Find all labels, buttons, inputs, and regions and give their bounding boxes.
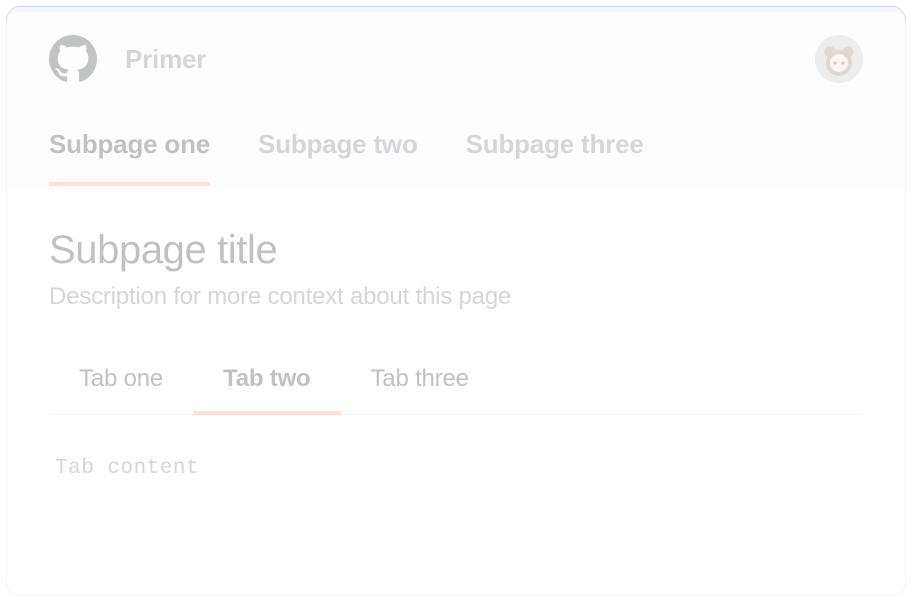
subpage-nav: Subpage one Subpage two Subpage three bbox=[49, 129, 863, 186]
subpage-label: Subpage two bbox=[258, 129, 418, 159]
subpage-item-one[interactable]: Subpage one bbox=[49, 129, 210, 186]
brand-row: Primer bbox=[49, 35, 863, 83]
app-frame: Primer Subpage one Subpage two bbox=[6, 6, 906, 596]
header: Primer Subpage one Subpage two bbox=[7, 7, 905, 186]
avatar[interactable] bbox=[815, 35, 863, 83]
tab-content: Tab content bbox=[49, 415, 863, 522]
tab-bar: Tab one Tab two Tab three bbox=[49, 351, 863, 415]
tab-label: Tab two bbox=[223, 365, 310, 392]
main: Subpage title Description for more conte… bbox=[7, 186, 905, 595]
subpage-item-three[interactable]: Subpage three bbox=[466, 129, 644, 186]
page-description: Description for more context about this … bbox=[49, 283, 863, 311]
subpage-label: Subpage one bbox=[49, 129, 210, 159]
tab-label: Tab three bbox=[371, 365, 469, 392]
tab-three[interactable]: Tab three bbox=[341, 351, 499, 415]
github-mark-icon bbox=[49, 35, 97, 83]
brand-left: Primer bbox=[49, 35, 206, 83]
tab-label: Tab one bbox=[79, 365, 163, 392]
subpage-label: Subpage three bbox=[466, 129, 644, 159]
page-title: Subpage title bbox=[49, 228, 863, 273]
brand-label: Primer bbox=[125, 44, 206, 75]
tab-two[interactable]: Tab two bbox=[193, 351, 340, 415]
tab-one[interactable]: Tab one bbox=[49, 351, 193, 415]
subpage-item-two[interactable]: Subpage two bbox=[258, 129, 418, 186]
